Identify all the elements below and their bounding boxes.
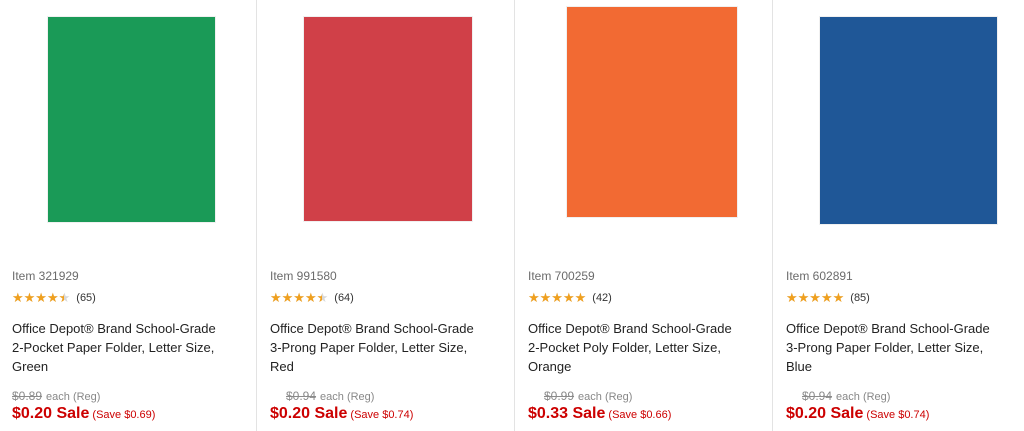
product-title[interactable]: Office Depot® Brand School-Grade 2-Pocke… xyxy=(12,319,248,376)
sale-price: $0.33 Sale (Save $0.66) xyxy=(528,405,671,423)
product-title-line[interactable]: 2-Pocket Poly Folder, Letter Size, xyxy=(528,338,764,357)
sale-price: $0.20 Sale (Save $0.74) xyxy=(270,405,413,423)
product-image[interactable] xyxy=(304,17,472,221)
product-image[interactable] xyxy=(48,17,215,222)
sale-price-value: $0.20 Sale xyxy=(270,405,348,422)
savings-text: (Save $0.66) xyxy=(608,409,672,421)
sale-price: $0.20 Sale (Save $0.74) xyxy=(786,405,929,423)
regular-price-label: each (Reg) xyxy=(46,391,101,403)
star-rating-fill: ★★★★★ xyxy=(786,291,845,305)
regular-price-label: each (Reg) xyxy=(320,391,375,403)
divider xyxy=(514,0,515,431)
product-card[interactable]: Item 991580 ★★★★★ ★★★★★ (64) Office Depo… xyxy=(258,0,506,431)
product-title[interactable]: Office Depot® Brand School-Grade 3-Prong… xyxy=(270,319,506,376)
item-number: Item 602891 xyxy=(786,269,853,283)
savings-text: (Save $0.74) xyxy=(350,409,414,421)
review-count[interactable]: (64) xyxy=(334,292,354,304)
regular-price-value: $0.99 xyxy=(544,389,575,403)
product-grid: Item 321929 ★★★★★ ★★★★★ (65) Office Depo… xyxy=(0,0,1024,431)
star-rating-fill: ★★★★★ xyxy=(12,291,65,305)
product-image-link[interactable] xyxy=(0,0,248,240)
savings-text: (Save $0.74) xyxy=(866,409,930,421)
star-rating-fill: ★★★★★ xyxy=(270,291,323,305)
star-rating-icon: ★★★★★ ★★★★★ xyxy=(786,290,845,305)
product-title-line[interactable]: Office Depot® Brand School-Grade xyxy=(786,319,1022,338)
star-rating-fill: ★★★★★ xyxy=(528,291,587,305)
regular-price-label: each (Reg) xyxy=(578,391,633,403)
review-count[interactable]: (42) xyxy=(592,292,612,304)
product-title-line[interactable]: Office Depot® Brand School-Grade xyxy=(270,319,506,338)
divider xyxy=(772,0,773,431)
rating[interactable]: ★★★★★ ★★★★★ (42) xyxy=(528,291,612,305)
rating[interactable]: ★★★★★ ★★★★★ (85) xyxy=(786,291,870,305)
product-title[interactable]: Office Depot® Brand School-Grade 3-Prong… xyxy=(786,319,1022,376)
product-card[interactable]: Item 700259 ★★★★★ ★★★★★ (42) Office Depo… xyxy=(516,0,764,431)
product-title-line[interactable]: 2-Pocket Paper Folder, Letter Size, xyxy=(12,338,248,357)
regular-price: $0.89 each (Reg) xyxy=(12,389,100,403)
star-rating-icon: ★★★★★ ★★★★★ xyxy=(12,290,71,305)
review-count[interactable]: (85) xyxy=(850,292,870,304)
product-image-link[interactable] xyxy=(516,0,764,240)
item-number: Item 700259 xyxy=(528,269,595,283)
sale-price-value: $0.33 Sale xyxy=(528,405,606,422)
product-title-line[interactable]: Office Depot® Brand School-Grade xyxy=(528,319,764,338)
product-title-line[interactable]: Green xyxy=(12,357,248,376)
sale-price-value: $0.20 Sale xyxy=(12,405,90,422)
rating[interactable]: ★★★★★ ★★★★★ (65) xyxy=(12,291,96,305)
regular-price: $0.94 each (Reg) xyxy=(286,389,374,403)
product-card[interactable]: Item 321929 ★★★★★ ★★★★★ (65) Office Depo… xyxy=(0,0,248,431)
regular-price: $0.94 each (Reg) xyxy=(802,389,890,403)
regular-price-label: each (Reg) xyxy=(836,391,891,403)
divider xyxy=(256,0,257,431)
sale-price: $0.20 Sale (Save $0.69) xyxy=(12,405,155,423)
savings-text: (Save $0.69) xyxy=(92,409,156,421)
star-rating-icon: ★★★★★ ★★★★★ xyxy=(528,290,587,305)
product-title-line[interactable]: Office Depot® Brand School-Grade xyxy=(12,319,248,338)
product-title-line[interactable]: Red xyxy=(270,357,506,376)
product-image[interactable] xyxy=(820,17,997,224)
product-image-link[interactable] xyxy=(258,0,506,240)
product-image[interactable] xyxy=(567,7,737,217)
review-count[interactable]: (65) xyxy=(76,292,96,304)
rating[interactable]: ★★★★★ ★★★★★ (64) xyxy=(270,291,354,305)
product-title-line[interactable]: Orange xyxy=(528,357,764,376)
product-title-line[interactable]: 3-Prong Paper Folder, Letter Size, xyxy=(270,338,506,357)
star-rating-icon: ★★★★★ ★★★★★ xyxy=(270,290,329,305)
product-title-line[interactable]: 3-Prong Paper Folder, Letter Size, xyxy=(786,338,1022,357)
regular-price-value: $0.94 xyxy=(286,389,317,403)
product-title-line[interactable]: Blue xyxy=(786,357,1022,376)
regular-price: $0.99 each (Reg) xyxy=(544,389,632,403)
product-card[interactable]: Item 602891 ★★★★★ ★★★★★ (85) Office Depo… xyxy=(774,0,1022,431)
product-image-link[interactable] xyxy=(774,0,1022,240)
regular-price-value: $0.94 xyxy=(802,389,833,403)
regular-price-value: $0.89 xyxy=(12,389,43,403)
item-number: Item 991580 xyxy=(270,269,337,283)
product-title[interactable]: Office Depot® Brand School-Grade 2-Pocke… xyxy=(528,319,764,376)
item-number: Item 321929 xyxy=(12,269,79,283)
sale-price-value: $0.20 Sale xyxy=(786,405,864,422)
